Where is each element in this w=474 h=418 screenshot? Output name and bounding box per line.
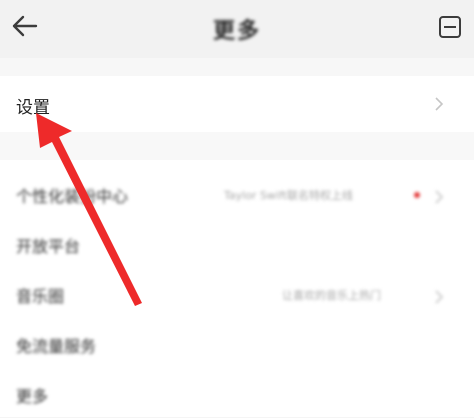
list-item-open-platform[interactable]: 开放平台 [0,218,474,268]
list-item-subtitle: 让喜欢的音乐上热门 [282,289,381,302]
chevron-right-icon [435,97,444,111]
list-item-label: 开放平台 [16,237,81,256]
notification-dot [414,192,420,198]
list-item-free-data[interactable]: 免流量服务 [0,318,474,368]
chevron-right-icon [435,290,444,304]
list-item-decoration-center[interactable]: 个性化装扮中心 Taylor Swift联名特权上线 [0,168,474,218]
page-title: 更多 [212,19,261,44]
settings-label: 设置 [16,98,50,118]
list-item-music-circle[interactable]: 音乐圈 让喜欢的音乐上热门 [0,268,474,318]
list-item-label: 个性化装扮中心 [16,187,129,206]
top-app-bar: 更多 [0,0,474,58]
list-item-subtitle: Taylor Swift联名特权上线 [224,189,353,202]
section-gap [0,58,474,76]
list-item-label: 更多 [16,387,49,406]
list-item-label: 音乐圈 [16,287,65,306]
menu-icon[interactable] [438,15,462,39]
list-item-label: 免流量服务 [16,337,97,356]
more-options-list: 个性化装扮中心 Taylor Swift联名特权上线 开放平台 音乐圈 让喜欢的… [0,160,474,417]
chevron-right-icon [435,190,444,204]
section-gap [0,132,474,160]
list-item-more[interactable]: 更多 [0,368,474,418]
settings-row[interactable]: 设置 [0,76,474,132]
